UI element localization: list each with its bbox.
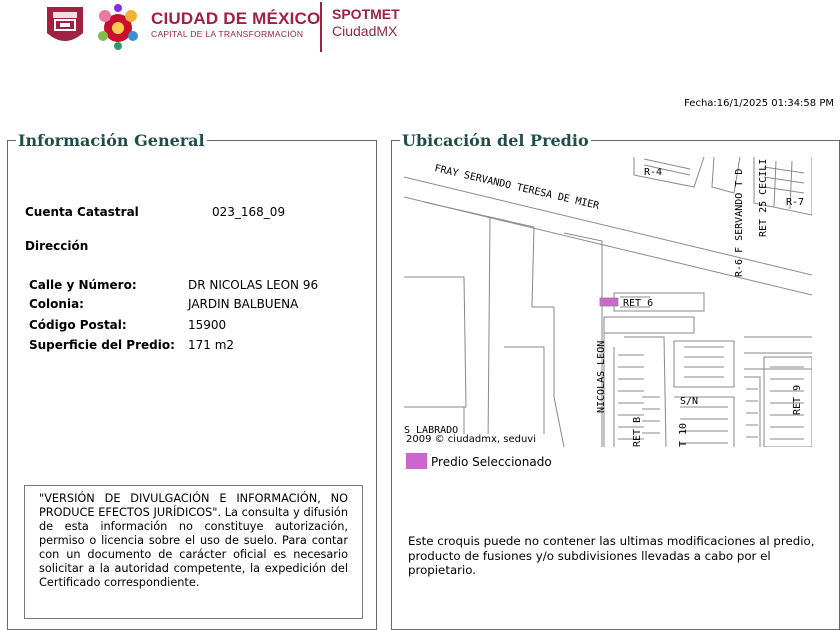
map-canvas: FRAY SERVANDO TERESA DE MIER R-4 R-6 F S… bbox=[404, 157, 812, 447]
legal-disclaimer: "VERSIÓN DE DIVULGACIÓN E INFORMACIÓN, N… bbox=[24, 485, 363, 619]
calle-value: DR NICOLAS LEON 96 bbox=[188, 278, 319, 292]
selected-property-shape[interactable] bbox=[599, 297, 619, 307]
legend-label: Predio Seleccionado bbox=[431, 455, 552, 469]
map-label-ret6: RET 6 bbox=[623, 298, 653, 309]
app-name-line1: SPOTMET bbox=[332, 6, 400, 22]
map-label-ret-10: T 10 bbox=[678, 423, 689, 447]
codigo-postal-label: Código Postal: bbox=[29, 318, 127, 332]
croquis-note: Este croquis puede no contener las ultim… bbox=[408, 534, 815, 577]
colonia-value: JARDIN BALBUENA bbox=[188, 297, 299, 311]
heart-flower-logo bbox=[98, 4, 138, 50]
map-label-sn: S/N bbox=[680, 396, 698, 407]
info-general-title: Información General bbox=[18, 131, 205, 150]
header: CIUDAD DE MÉXICO CAPITAL DE LA TRANSFORM… bbox=[0, 0, 840, 60]
calle-label: Calle y Número: bbox=[29, 278, 137, 292]
brand-subtitle: CAPITAL DE LA TRANSFORMACIÓN bbox=[151, 29, 304, 39]
map-label-r7: R-7 bbox=[786, 197, 804, 208]
superficie-label: Superficie del Predio: bbox=[29, 338, 175, 352]
cuenta-catastral-value: 023_168_09 bbox=[212, 205, 286, 219]
map-label-ret25: RET 25 CECILI bbox=[758, 159, 769, 237]
app-name-line2: CiudadMX bbox=[332, 23, 398, 39]
cdmx-shield-logo bbox=[47, 7, 83, 41]
ubicacion-title: Ubicación del Predio bbox=[402, 131, 589, 150]
report-date: Fecha:16/1/2025 01:34:58 PM bbox=[684, 98, 834, 109]
brand-divider bbox=[320, 2, 322, 52]
legend-swatch bbox=[406, 453, 427, 469]
map-credit: 2009 © ciudadmx, seduvi bbox=[404, 434, 556, 448]
map-label-r6: R-6 F SERVANDO T D bbox=[734, 169, 745, 277]
map-label-nicolas-leon: NICOLAS LEON bbox=[596, 341, 607, 413]
map-label-ret-9: RET 9 bbox=[792, 385, 803, 415]
codigo-postal-value: 15900 bbox=[188, 318, 227, 332]
map-label-fray: FRAY SERVANDO TERESA DE MIER bbox=[433, 163, 601, 212]
colonia-label: Colonia: bbox=[29, 297, 84, 311]
brand-title: CIUDAD DE MÉXICO bbox=[151, 9, 321, 28]
cuenta-catastral-label: Cuenta Catastral bbox=[25, 205, 139, 219]
superficie-value: 171 m2 bbox=[188, 338, 235, 352]
property-map[interactable]: FRAY SERVANDO TERESA DE MIER R-4 R-6 F S… bbox=[404, 157, 812, 447]
direccion-label: Dirección bbox=[25, 239, 89, 253]
map-label-r4: R-4 bbox=[644, 167, 662, 178]
map-label-ret-b: RET B bbox=[632, 417, 643, 447]
